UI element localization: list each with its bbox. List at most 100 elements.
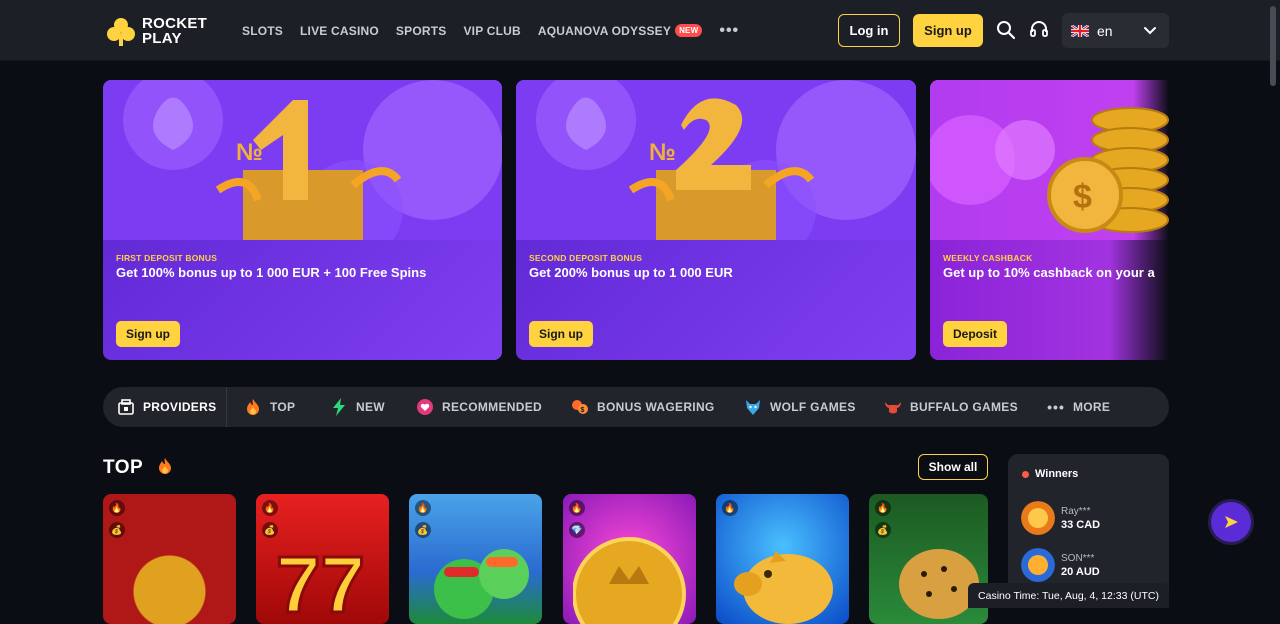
winner-entry[interactable]: Ray*** 33 CAD bbox=[1021, 501, 1100, 535]
buffalo-icon bbox=[884, 398, 902, 416]
banner-kicker: FIRST DEPOSIT BONUS bbox=[116, 253, 218, 263]
game-filter-bar: PROVIDERS TOP NEW RECOMMENDED $ BONUS WA… bbox=[103, 387, 1169, 427]
providers-icon bbox=[117, 398, 135, 416]
fire-tag-icon: 🔥 bbox=[109, 500, 125, 516]
wolf-icon bbox=[744, 398, 762, 416]
logo-text: ROCKET PLAY bbox=[142, 15, 208, 47]
filter-recommended[interactable]: RECOMMENDED bbox=[416, 387, 542, 427]
fire-tag-icon: 🔥 bbox=[875, 500, 891, 516]
nav-live-casino[interactable]: LIVE CASINO bbox=[300, 24, 379, 38]
language-label: en bbox=[1097, 22, 1113, 39]
signup-button[interactable]: Sign up bbox=[913, 14, 983, 47]
chevron-down-icon bbox=[1144, 27, 1156, 35]
fire-icon bbox=[244, 398, 262, 416]
filter-label: WOLF GAMES bbox=[770, 400, 856, 414]
filter-label: RECOMMENDED bbox=[442, 400, 542, 414]
number-two-trophy-image: № bbox=[516, 80, 916, 240]
filter-buffalo-games[interactable]: BUFFALO GAMES bbox=[884, 387, 1018, 427]
winner-name: Ray*** bbox=[1061, 505, 1091, 517]
new-badge: NEW bbox=[675, 24, 703, 37]
lucky-sevens-image: 77 bbox=[276, 539, 366, 615]
svg-text:77: 77 bbox=[276, 540, 365, 614]
nav-vip-club[interactable]: VIP CLUB bbox=[463, 24, 520, 38]
game-card[interactable]: 🔥 💰 bbox=[409, 494, 542, 624]
nav-more-button[interactable]: ••• bbox=[719, 22, 739, 40]
heart-badge-icon bbox=[416, 398, 434, 416]
banner-weekly-cashback[interactable]: $ WEEKLY CASHBACK Get up to 10% cashback… bbox=[930, 80, 1169, 360]
banner-title: Get 200% bonus up to 1 000 EUR bbox=[529, 265, 733, 280]
filter-wolf-games[interactable]: WOLF GAMES bbox=[744, 387, 856, 427]
number-one-trophy-image: № bbox=[103, 80, 502, 240]
bonus-tag-icon: 💰 bbox=[109, 522, 125, 538]
top-section-title: TOP bbox=[103, 456, 173, 479]
filter-label: BONUS WAGERING bbox=[597, 400, 715, 414]
more-dots-icon: ••• bbox=[1047, 399, 1065, 415]
banner-first-deposit[interactable]: № FIRST DEPOSIT BONUS Get 100% bonus up … bbox=[103, 80, 502, 360]
page-scrollbar[interactable] bbox=[1270, 6, 1276, 86]
fire-icon bbox=[158, 458, 171, 474]
nav-aquanova-label: AQUANOVA ODYSSEY bbox=[537, 23, 672, 38]
frog-character-image bbox=[434, 549, 529, 619]
fire-tag-icon: 🔥 bbox=[415, 500, 431, 516]
live-dot-icon bbox=[1022, 470, 1029, 478]
svg-text:№: № bbox=[236, 139, 263, 166]
fire-tag-icon: 🔥 bbox=[569, 500, 585, 516]
nav-slots[interactable]: SLOTS bbox=[242, 24, 283, 38]
logo[interactable]: ROCKET PLAY bbox=[106, 14, 216, 48]
winner-amount: 33 CAD bbox=[1061, 518, 1101, 531]
gold-piggy-bank-image bbox=[734, 551, 833, 624]
banner-signup-button[interactable]: Sign up bbox=[116, 321, 180, 347]
winner-name: SON*** bbox=[1061, 552, 1095, 564]
play-ticket-icon bbox=[1225, 516, 1238, 528]
show-all-button[interactable]: Show all bbox=[918, 454, 988, 480]
svg-text:№: № bbox=[649, 139, 676, 166]
banner-second-deposit[interactable]: № SECOND DEPOSIT BONUS Get 200% bonus up… bbox=[516, 80, 916, 360]
nav-aquanova-odyssey[interactable]: AQUANOVA ODYSSEY NEW bbox=[538, 24, 703, 38]
filter-label: BUFFALO GAMES bbox=[910, 400, 1018, 414]
filter-label: PROVIDERS bbox=[143, 400, 217, 414]
filter-label: MORE bbox=[1073, 400, 1111, 414]
banner-deposit-button[interactable]: Deposit bbox=[943, 321, 1008, 347]
filter-top[interactable]: TOP bbox=[244, 387, 295, 427]
search-icon[interactable] bbox=[995, 19, 1017, 41]
gold-crown-coin-image bbox=[573, 537, 686, 624]
banner-kicker: WEEKLY CASHBACK bbox=[943, 253, 1033, 263]
login-button[interactable]: Log in bbox=[838, 14, 900, 47]
filter-label: TOP bbox=[270, 400, 296, 414]
banner-kicker: SECOND DEPOSIT BONUS bbox=[529, 253, 643, 263]
main-nav: SLOTS LIVE CASINO SPORTS VIP CLUB AQUANO… bbox=[242, 0, 739, 61]
fire-tag-icon: 🔥 bbox=[262, 500, 278, 516]
winner-amount: 20 AUD bbox=[1061, 565, 1100, 578]
game-card[interactable]: 🔥 💰 77 bbox=[256, 494, 389, 624]
fire-tag-icon: 🔥 bbox=[722, 500, 738, 516]
game-thumbnail-icon bbox=[1021, 548, 1055, 582]
winner-entry[interactable]: SON*** 20 AUD bbox=[1021, 548, 1100, 582]
svg-text:$: $ bbox=[1073, 178, 1092, 216]
uk-flag-icon bbox=[1071, 24, 1089, 37]
floating-promo-button[interactable] bbox=[1211, 502, 1251, 542]
header-bar: ROCKET PLAY SLOTS LIVE CASINO SPORTS VIP… bbox=[0, 0, 1280, 61]
game-card[interactable]: 🔥 💰 bbox=[103, 494, 236, 624]
game-thumbnail-icon bbox=[1021, 501, 1055, 535]
leopard-image bbox=[899, 549, 979, 619]
filter-providers[interactable]: PROVIDERS bbox=[117, 387, 216, 427]
headset-icon[interactable] bbox=[1028, 19, 1050, 41]
game-card[interactable]: 🔥 💎 bbox=[563, 494, 696, 624]
filter-more[interactable]: ••• MORE bbox=[1047, 387, 1110, 427]
clover-logo-icon bbox=[107, 18, 135, 46]
nav-sports[interactable]: SPORTS bbox=[396, 24, 447, 38]
banner-signup-button[interactable]: Sign up bbox=[529, 321, 593, 347]
winners-header: Winners bbox=[1022, 468, 1078, 480]
filter-bonus-wagering[interactable]: $ BONUS WAGERING bbox=[571, 387, 715, 427]
banner-title: Get 100% bonus up to 1 000 EUR + 100 Fre… bbox=[116, 265, 427, 280]
svg-text:$: $ bbox=[581, 407, 585, 414]
casino-time: Casino Time: Tue, Aug, 4, 12:33 (UTC) bbox=[968, 583, 1169, 608]
lightning-icon bbox=[330, 398, 348, 416]
language-selector[interactable]: en bbox=[1062, 13, 1169, 48]
banner-title: Get up to 10% cashback on your a bbox=[943, 265, 1155, 280]
filter-new[interactable]: NEW bbox=[330, 387, 385, 427]
game-card[interactable]: 🔥 bbox=[716, 494, 849, 624]
gold-coins-image: $ bbox=[930, 80, 1169, 240]
coins-icon: $ bbox=[571, 398, 589, 416]
filter-label: NEW bbox=[356, 400, 385, 414]
